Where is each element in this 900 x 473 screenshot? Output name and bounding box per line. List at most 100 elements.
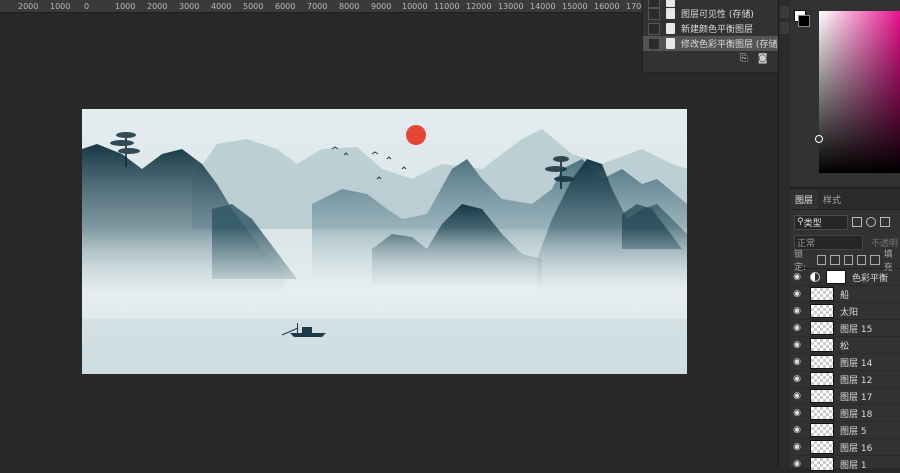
history-item-active[interactable]: 修改色彩平衡图层 (存储为) xyxy=(643,36,797,51)
eye-icon[interactable]: ◉ xyxy=(790,391,804,401)
ruler-label: 0 xyxy=(84,2,90,11)
layer-row[interactable]: ◉ 图层 15 xyxy=(790,320,900,337)
eye-icon[interactable]: ◉ xyxy=(790,306,804,316)
layer-thumbnail xyxy=(810,372,834,386)
eye-icon[interactable]: ◉ xyxy=(790,408,804,418)
layer-row[interactable]: ◉ 图层 12 xyxy=(790,371,900,388)
layer-name[interactable]: 图层 17 xyxy=(840,390,872,403)
lock-image-icon[interactable] xyxy=(830,255,840,265)
layer-thumbnail xyxy=(810,355,834,369)
eye-icon[interactable]: ◉ xyxy=(790,272,804,282)
camera-icon[interactable]: ◙ xyxy=(758,53,768,64)
history-checkbox[interactable] xyxy=(648,7,660,20)
layer-row[interactable]: ◉ 图层 16 xyxy=(790,439,900,456)
ruler-label: 1000 xyxy=(115,2,136,11)
ruler-label: 2000 xyxy=(147,2,168,11)
tab-styles[interactable]: 样式 xyxy=(818,190,846,209)
color-picker-field[interactable] xyxy=(815,11,900,173)
lock-label: 锁定: xyxy=(794,250,807,273)
ruler-label: 5000 xyxy=(243,2,264,11)
layer-name[interactable]: 图层 15 xyxy=(840,322,872,335)
layer-name[interactable]: 图层 5 xyxy=(840,424,867,437)
layer-thumbnail xyxy=(810,304,834,318)
layer-name[interactable]: 太阳 xyxy=(840,305,858,318)
layer-thumbnail xyxy=(810,389,834,403)
layer-name[interactable]: 船 xyxy=(840,288,849,301)
layer-filter-label: 类型 xyxy=(803,218,822,229)
ruler-label: 17000 xyxy=(626,2,642,11)
layer-name[interactable]: 松 xyxy=(840,339,849,352)
lock-all-icon[interactable] xyxy=(870,255,880,265)
layer-row[interactable]: ◉ 图层 18 xyxy=(790,405,900,422)
layer-row[interactable]: ◉ 图层 14 xyxy=(790,354,900,371)
layer-mask-thumbnail[interactable] xyxy=(826,270,846,284)
tab-layers[interactable]: 图层 xyxy=(790,190,819,209)
layer-row[interactable]: ◉ 松 xyxy=(790,337,900,354)
lock-transparent-icon[interactable] xyxy=(817,255,827,265)
layer-row[interactable]: ◉ 船 xyxy=(790,286,900,303)
layer-thumbnail xyxy=(810,321,834,335)
history-item[interactable]: 图层可见性 (存储) xyxy=(643,6,797,21)
ruler-label: 4000 xyxy=(211,2,232,11)
layer-name[interactable]: 图层 12 xyxy=(840,373,872,386)
ruler-label: 16000 xyxy=(594,2,620,11)
ruler-label: 15000 xyxy=(562,2,588,11)
ruler-label: 8000 xyxy=(339,2,360,11)
eye-icon[interactable]: ◉ xyxy=(790,425,804,435)
ruler-label: 7000 xyxy=(307,2,328,11)
color-picker-handle[interactable] xyxy=(815,135,823,143)
color-panel xyxy=(790,0,900,186)
eye-icon[interactable]: ◉ xyxy=(790,442,804,452)
horizontal-ruler[interactable]: 2000 1000 0 1000 2000 3000 4000 5000 600… xyxy=(0,0,642,13)
ruler-label: 1000 xyxy=(50,2,71,11)
panel-toggle-button[interactable] xyxy=(780,6,789,18)
history-item-label: 图层可见性 (存储) xyxy=(681,10,754,20)
search-icon: ⚲ xyxy=(797,217,804,227)
sun xyxy=(406,125,426,145)
ruler-label: 14000 xyxy=(530,2,556,11)
background-color-swatch[interactable] xyxy=(798,15,810,27)
collapsed-panel-bar xyxy=(778,0,790,467)
layer-row[interactable]: ◉ 太阳 xyxy=(790,303,900,320)
ruler-label: 10000 xyxy=(402,2,428,11)
panel-toggle-button[interactable] xyxy=(780,22,789,34)
eye-icon[interactable]: ◉ xyxy=(790,374,804,384)
history-checkbox[interactable] xyxy=(648,37,660,50)
document-icon xyxy=(666,23,675,34)
layer-thumbnail xyxy=(810,457,834,471)
pixel-filter-icon[interactable] xyxy=(852,217,862,227)
history-item-label: 修改色彩平衡图层 (存储为) xyxy=(681,40,790,50)
layer-name[interactable]: 图层 18 xyxy=(840,407,872,420)
eye-icon[interactable]: ◉ xyxy=(790,323,804,333)
ruler-label: 3000 xyxy=(179,2,200,11)
history-item-label: 新建颜色平衡图层 xyxy=(681,25,754,35)
layer-name[interactable]: 色彩平衡 xyxy=(852,271,888,284)
lock-position-icon[interactable] xyxy=(843,255,854,265)
layer-name[interactable]: 图层 1 xyxy=(840,458,867,471)
eye-icon[interactable]: ◉ xyxy=(790,357,804,367)
document-icon xyxy=(666,38,675,49)
type-filter-icon[interactable] xyxy=(880,217,890,227)
history-item[interactable]: 新建颜色平衡图层 xyxy=(643,21,797,36)
ruler-label: 9000 xyxy=(371,2,392,11)
ruler-label: 6000 xyxy=(275,2,296,11)
layer-thumbnail xyxy=(810,440,834,454)
layer-filter-select[interactable]: ⚲ 类型 xyxy=(794,214,848,230)
eye-icon[interactable]: ◉ xyxy=(790,340,804,350)
ruler-label: 13000 xyxy=(498,2,524,11)
new-document-from-state-icon[interactable]: ⎘ xyxy=(740,53,748,64)
eye-icon[interactable]: ◉ xyxy=(790,459,804,469)
lock-artboard-icon[interactable] xyxy=(857,255,867,265)
document-icon xyxy=(666,8,675,19)
layer-row[interactable]: ◉ 图层 1 xyxy=(790,456,900,473)
history-checkbox[interactable] xyxy=(648,22,660,35)
layer-row[interactable]: ◉ 图层 5 xyxy=(790,422,900,439)
layer-name[interactable]: 图层 16 xyxy=(840,441,872,454)
layer-row[interactable]: ◉ 图层 17 xyxy=(790,388,900,405)
fill-label: 填充 xyxy=(883,250,893,273)
document-artboard[interactable] xyxy=(82,109,687,374)
layer-name[interactable]: 图层 14 xyxy=(840,356,872,369)
eye-icon[interactable]: ◉ xyxy=(790,289,804,299)
ink-landscape-image xyxy=(82,109,687,374)
adjustment-filter-icon[interactable] xyxy=(866,217,876,227)
